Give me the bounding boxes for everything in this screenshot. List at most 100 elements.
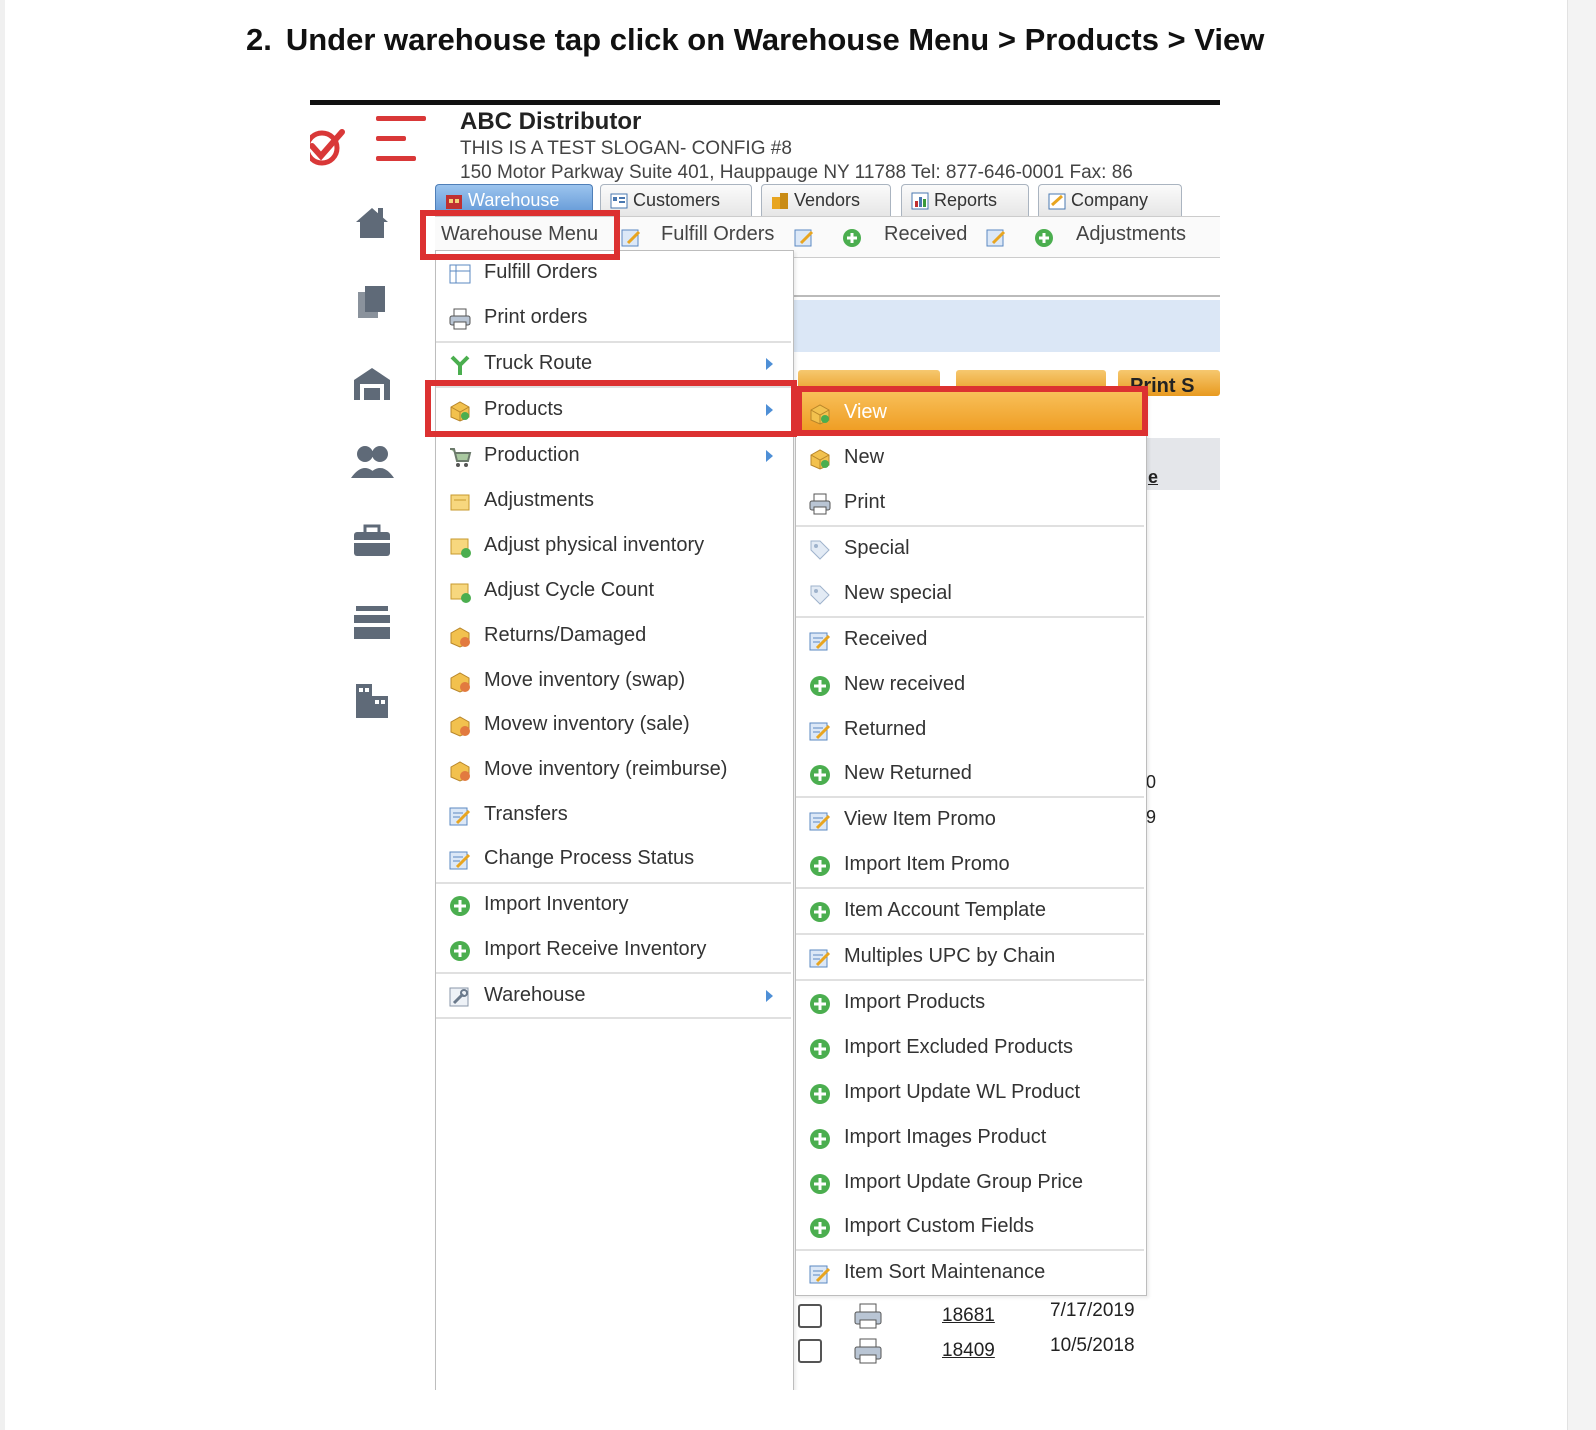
menu-item-adjust-cycle-count[interactable]: Adjust Cycle Count [436,569,791,613]
edit-icon [986,229,1006,247]
menu-item-label: Print orders [484,306,588,328]
menu-item-move-inventory-reimburse[interactable]: Move inventory (reimburse) [436,748,791,792]
add-circle-icon [448,894,472,918]
menu-item-import-receive-inventory[interactable]: Import Receive Inventory [436,928,791,972]
app-screenshot: ABC Distributor THIS IS A TEST SLOGAN- C… [310,100,1220,1390]
menubar-adjustments[interactable]: Adjustments [1076,223,1186,246]
menu-item-label: Production [484,444,580,466]
menu-item-special[interactable]: Special [796,527,1144,571]
menu-item-item-sort-maintenance[interactable]: Item Sort Maintenance [796,1251,1144,1295]
menu-separator [796,979,1144,981]
menu-item-new[interactable]: New [796,436,1144,480]
customers-tab-icon [610,193,628,208]
add-circle-icon [808,1082,832,1106]
menu-item-import-inventory[interactable]: Import Inventory [436,883,791,927]
menu-item-returned[interactable]: Returned [796,708,1144,752]
menu-item-import-images-product[interactable]: Import Images Product [796,1116,1144,1160]
box-minus-icon [448,714,472,738]
menu-item-new-received[interactable]: New received [796,663,1144,707]
menu-item-label: View Item Promo [844,808,996,830]
note-plus-icon [448,580,472,604]
menu-item-print-orders[interactable]: Print orders [436,296,791,340]
cell-fragment: 0 [1146,772,1157,792]
menu-item-adjust-physical-inventory[interactable]: Adjust physical inventory [436,524,791,568]
add-circle-icon [1035,229,1053,247]
print-row-icon[interactable] [853,1302,883,1330]
grid-icon [448,262,472,286]
row-order-number-link[interactable]: 18681 [942,1305,995,1327]
hamburger-menu-icon[interactable] [370,114,430,166]
menu-item-label: Move inventory (reimburse) [484,758,728,780]
menu-item-label: Transfers [484,803,568,825]
menu-item-adjustments[interactable]: Adjustments [436,479,791,523]
menu-item-label: Item Account Template [844,899,1046,921]
menu-separator [436,972,791,974]
documents-icon[interactable] [350,280,394,324]
menu-item-production[interactable]: Production [436,434,791,478]
menu-item-import-excluded-products[interactable]: Import Excluded Products [796,1026,1144,1070]
menu-item-multiples-upc-by-chain[interactable]: Multiples UPC by Chain [796,935,1144,979]
column-header-fragment[interactable]: e [1148,467,1158,488]
add-circle-icon [843,229,861,247]
tab-company[interactable]: Company [1038,184,1182,216]
menu-item-import-update-group-price[interactable]: Import Update Group Price [796,1161,1144,1205]
box-minus-icon [448,625,472,649]
menu-item-import-item-promo[interactable]: Import Item Promo [796,843,1144,887]
route-icon [448,353,472,377]
building-icon[interactable] [350,680,394,724]
menu-item-new-special[interactable]: New special [796,572,1144,616]
submenu-arrow-icon [766,358,773,370]
briefcase-icon[interactable] [350,520,394,564]
row-checkbox[interactable] [798,1339,822,1363]
menu-item-import-custom-fields[interactable]: Import Custom Fields [796,1205,1144,1249]
content-filter-panel [790,300,1220,352]
menu-item-move-inventory-swap[interactable]: Move inventory (swap) [436,659,791,703]
menubar-received[interactable]: Received [884,223,967,246]
note-plus-icon [448,535,472,559]
tab-reports[interactable]: Reports [901,184,1029,216]
menu-item-view-item-promo[interactable]: View Item Promo [796,798,1144,842]
home-icon[interactable] [350,200,394,244]
menu-item-label: Import Excluded Products [844,1036,1073,1058]
company-slogan: THIS IS A TEST SLOGAN- CONFIG #8 [460,138,792,159]
row-date: 10/5/2018 [1050,1335,1135,1356]
print-row-icon[interactable] [853,1337,883,1365]
edit-icon [808,1262,832,1286]
tab-label: Company [1071,190,1149,210]
menu-separator [796,933,1144,935]
menu-item-import-products[interactable]: Import Products [796,981,1144,1025]
menu-separator [796,1249,1144,1251]
menu-item-new-returned[interactable]: New Returned [796,752,1144,796]
printer-icon [448,307,472,331]
brand-check-icon [310,129,345,166]
row-checkbox[interactable] [798,1304,822,1328]
tab-vendors[interactable]: Vendors [761,184,891,216]
cart-icon [448,445,472,469]
menu-item-change-process-status[interactable]: Change Process Status [436,837,791,881]
edit-icon [808,946,832,970]
menu-item-returns-damaged[interactable]: Returns/Damaged [436,614,791,658]
tab-customers[interactable]: Customers [600,184,752,216]
menu-item-transfers[interactable]: Transfers [436,793,791,837]
company-tab-icon [1048,193,1066,209]
warehouse-icon[interactable] [350,362,394,406]
tab-label: Reports [934,190,998,210]
menubar-fulfill-orders[interactable]: Fulfill Orders [661,223,774,246]
menu-item-warehouse[interactable]: Warehouse [436,974,791,1018]
row-order-number-link[interactable]: 18409 [942,1340,995,1362]
menu-item-import-update-wl-product[interactable]: Import Update WL Product [796,1071,1144,1115]
menu-item-label: Import Update Group Price [844,1171,1083,1193]
menu-item-movew-inventory-sale[interactable]: Movew inventory (sale) [436,703,791,747]
archive-icon[interactable] [350,600,394,644]
menu-item-label: Warehouse [484,984,586,1006]
submenu-arrow-icon [766,990,773,1002]
add-circle-icon [808,1037,832,1061]
menu-item-received[interactable]: Received [796,618,1144,662]
tab-label: Warehouse [468,190,560,210]
users-icon[interactable] [348,440,396,484]
menu-item-item-account-template[interactable]: Item Account Template [796,889,1144,933]
menu-item-label: Import Images Product [844,1126,1047,1148]
tab-label: Customers [633,190,721,210]
menu-item-print[interactable]: Print [796,481,1144,525]
menu-item-label: Import Receive Inventory [484,938,707,960]
